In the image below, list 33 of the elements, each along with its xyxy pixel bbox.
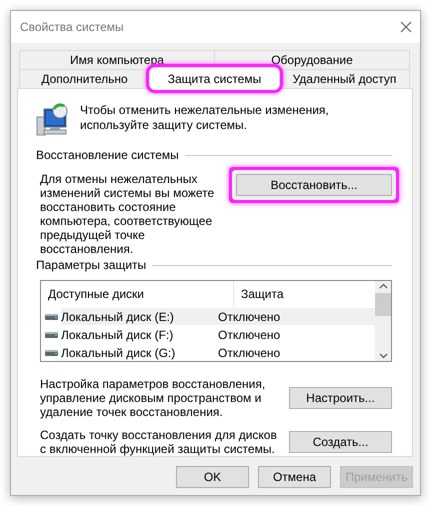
protection-status: Отключено: [218, 328, 280, 342]
scroll-up-icon[interactable]: [378, 283, 388, 289]
scrollbar[interactable]: [375, 281, 391, 361]
drive-row[interactable]: Локальный диск (F:) Отключено: [61, 326, 375, 343]
create-button[interactable]: Создать...: [289, 431, 392, 453]
window-title: Свойства системы: [20, 20, 124, 34]
drive-name: Локальный диск (E:): [61, 310, 174, 324]
computer-icon: [36, 103, 70, 137]
protection-status: Отключено: [218, 346, 280, 360]
drive-icon: [45, 330, 58, 338]
restore-description: Для отмены нежелательных изменений системы вы можете восстановить состояние компьютера, соответствующее предыдущей точке восстановления.: [40, 172, 216, 256]
action-description: Настройка параметров восстановления, управление дисковым пространством и удаление точек восстановления.: [40, 377, 266, 419]
scroll-thumb[interactable]: [375, 293, 391, 316]
intro-text: Чтобы отменить нежелательные изменения, используйте защиту системы.: [80, 103, 330, 133]
protection-status: Отключено: [218, 310, 280, 324]
drive-icon: [45, 312, 58, 320]
column-header[interactable]: Доступные диски: [41, 281, 234, 307]
drive-name: Локальный диск (G:): [61, 346, 176, 360]
drive-icon: [45, 348, 58, 356]
group-title: Параметры защиты: [36, 258, 146, 272]
close-icon[interactable]: [400, 21, 412, 33]
action-description: Создать точку восстановления для дисков с включенной функцией защиты системы.: [40, 428, 278, 456]
scroll-down-icon[interactable]: [378, 353, 388, 359]
column-header[interactable]: Защита: [234, 281, 375, 307]
tab[interactable]: Защита системы: [149, 67, 280, 90]
configure-button[interactable]: Настроить...: [289, 387, 392, 409]
group-title: Восстановление системы: [36, 148, 179, 162]
tab[interactable]: Оборудование: [214, 50, 410, 69]
dialog-button[interactable]: OK: [176, 466, 249, 488]
dialog-button[interactable]: Отмена: [258, 466, 331, 488]
drive-row[interactable]: Локальный диск (G:) Отключено: [61, 344, 375, 361]
drive-name: Локальный диск (F:): [61, 328, 174, 342]
tab[interactable]: Имя компьютера: [19, 50, 215, 69]
